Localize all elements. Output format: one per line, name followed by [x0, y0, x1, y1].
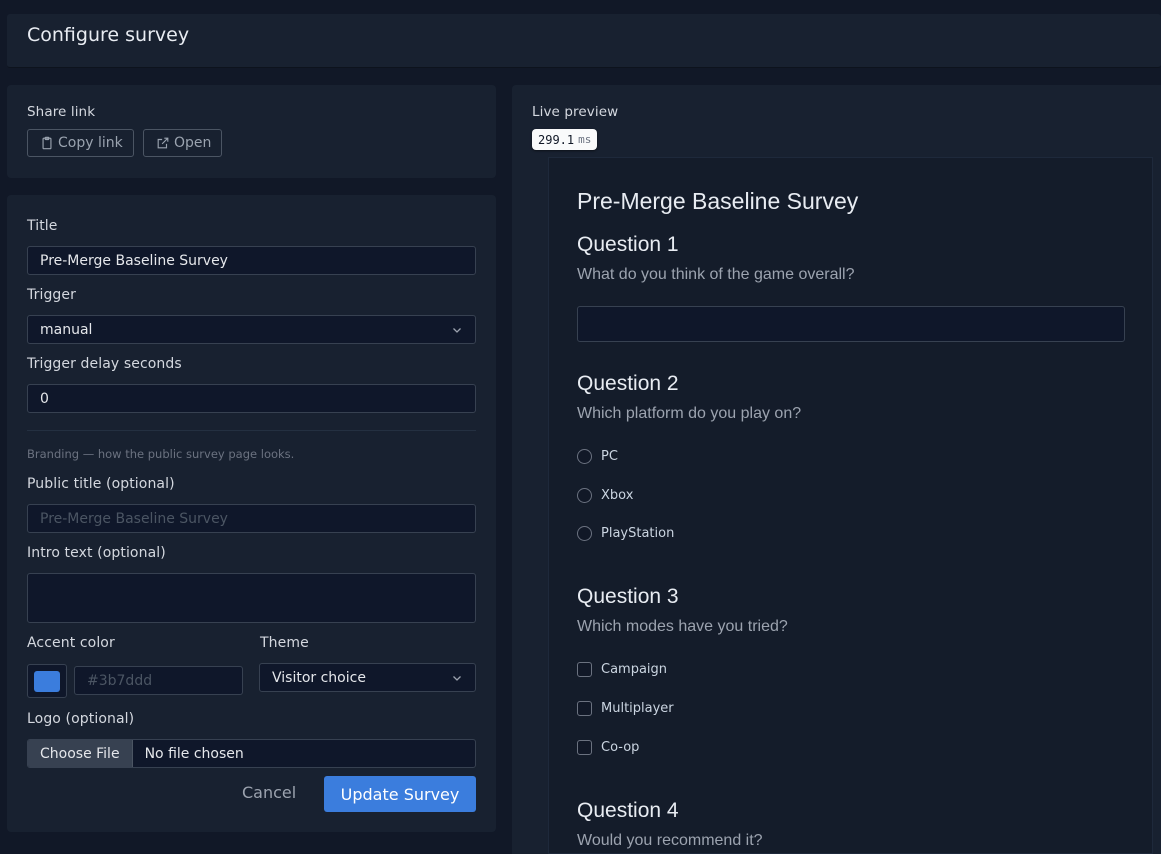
title-input[interactable]: Pre-Merge Baseline Survey [27, 246, 476, 275]
checkbox-option-campaign[interactable]: Campaign [577, 662, 667, 677]
trigger-value: manual [40, 321, 93, 338]
chevron-down-icon [453, 675, 461, 681]
external-link-icon [157, 137, 169, 149]
radio-option-xbox[interactable]: Xbox [577, 488, 633, 503]
question-heading: Question 4 [577, 799, 679, 822]
share-link-label: Share link [27, 104, 96, 120]
question-heading: Question 3 [577, 585, 679, 608]
accent-color-label: Accent color [27, 635, 115, 651]
accent-color-input[interactable]: #3b7ddd [74, 666, 243, 695]
update-survey-button[interactable]: Update Survey [324, 776, 476, 812]
radio-option-pc[interactable]: PC [577, 449, 618, 464]
option-label: Xbox [601, 488, 634, 503]
radio-option-playstation[interactable]: PlayStation [577, 526, 674, 541]
render-time-unit: ms [578, 133, 592, 146]
logo-label: Logo (optional) [27, 711, 135, 727]
checkbox[interactable] [577, 740, 592, 755]
checkbox[interactable] [577, 701, 592, 716]
question-heading: Question 1 [577, 233, 679, 256]
trigger-delay-label: Trigger delay seconds [27, 356, 182, 372]
intro-text-label: Intro text (optional) [27, 545, 166, 561]
live-preview-label: Live preview [532, 104, 619, 120]
no-file-text: No file chosen [144, 745, 244, 762]
branding-hint: Branding — how the public survey page lo… [27, 447, 295, 461]
trigger-label: Trigger [27, 287, 76, 303]
option-label: PC [601, 449, 618, 464]
accent-color-picker[interactable] [27, 664, 67, 698]
question-4: Question 4 Would you recommend it? [577, 799, 763, 850]
section-divider [27, 430, 476, 431]
share-link-card: Share link Copy link Open [7, 85, 496, 178]
survey-title: Pre-Merge Baseline Survey [577, 188, 859, 214]
chevron-down-icon [453, 327, 461, 333]
clipboard-icon [42, 136, 52, 150]
copy-link-button[interactable]: Copy link [27, 129, 134, 157]
cancel-button[interactable]: Cancel [242, 783, 296, 802]
option-label: Campaign [601, 662, 668, 677]
live-preview-card: Live preview 299.1 ms Pre-Merge Baseline… [512, 85, 1161, 854]
checkbox[interactable] [577, 662, 592, 677]
trigger-select[interactable]: manual [27, 315, 476, 344]
question-2: Question 2 Which platform do you play on… [577, 372, 801, 423]
intro-text-input[interactable] [27, 573, 476, 623]
question-text: Which platform do you play on? [577, 405, 802, 422]
option-label: PlayStation [601, 526, 675, 541]
theme-select[interactable]: Visitor choice [259, 663, 476, 692]
public-title-input[interactable]: Pre-Merge Baseline Survey [27, 504, 476, 533]
radio-button[interactable] [577, 526, 592, 541]
open-link-button[interactable]: Open [143, 129, 223, 157]
option-label: Multiplayer [601, 701, 674, 716]
radio-button[interactable] [577, 488, 592, 503]
theme-value: Visitor choice [272, 669, 366, 686]
render-time-badge: 299.1 ms [532, 129, 598, 150]
survey-form-card: Title Pre-Merge Baseline Survey Trigger … [7, 195, 496, 832]
title-label: Title [27, 218, 58, 234]
question-text: What do you think of the game overall? [577, 266, 855, 283]
render-time-value: 299.1 [538, 132, 575, 147]
checkbox-option-multiplayer[interactable]: Multiplayer [577, 701, 674, 716]
radio-button[interactable] [577, 449, 592, 464]
accent-color-swatch [34, 671, 60, 692]
option-label: Co-op [601, 740, 640, 755]
copy-link-label: Copy link [58, 135, 123, 151]
page-header: Configure survey [7, 14, 1161, 68]
question-text: Which modes have you tried? [577, 618, 788, 635]
theme-label: Theme [260, 635, 309, 651]
question-heading: Question 2 [577, 372, 679, 395]
survey-preview-frame: Pre-Merge Baseline Survey Question 1 Wha… [548, 157, 1153, 854]
question-1-answer-input[interactable] [577, 306, 1125, 342]
checkbox-option-coop[interactable]: Co-op [577, 740, 639, 755]
public-title-label: Public title (optional) [27, 476, 175, 492]
open-link-label: Open [174, 135, 212, 151]
question-3: Question 3 Which modes have you tried? [577, 585, 788, 636]
logo-file-input[interactable]: Choose File No file chosen [27, 739, 476, 768]
trigger-delay-input[interactable]: 0 [27, 384, 476, 413]
question-1: Question 1 What do you think of the game… [577, 233, 855, 284]
choose-file-button[interactable]: Choose File [28, 740, 133, 767]
question-text: Would you recommend it? [577, 832, 763, 849]
page-title: Configure survey [27, 24, 190, 46]
